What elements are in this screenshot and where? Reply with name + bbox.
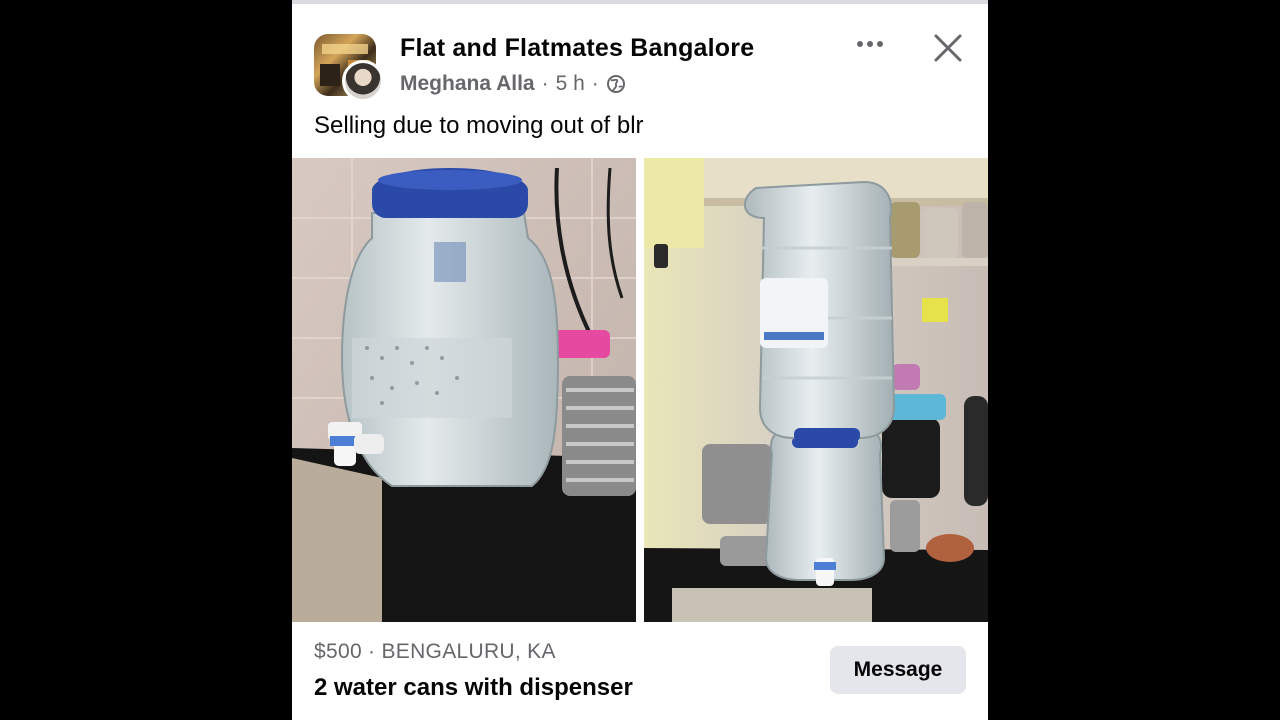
photo-divider: [636, 158, 644, 622]
author-name[interactable]: Meghana Alla: [400, 72, 535, 96]
close-icon[interactable]: [928, 28, 968, 68]
marketplace-post-card: Flat and Flatmates Bangalore Meghana All…: [292, 0, 988, 720]
group-name[interactable]: Flat and Flatmates Bangalore: [400, 34, 754, 63]
photo-water-jar[interactable]: [292, 158, 636, 622]
post-time[interactable]: 5 h: [556, 72, 585, 96]
message-button[interactable]: Message: [830, 646, 966, 694]
more-options-icon[interactable]: [852, 34, 888, 54]
post-caption: Selling due to moving out of blr: [314, 112, 644, 139]
photo-grid: [292, 158, 988, 622]
post-header: Flat and Flatmates Bangalore Meghana All…: [292, 4, 988, 154]
globe-icon: [606, 74, 626, 94]
meta-separator: ·: [541, 72, 549, 95]
listing-title[interactable]: 2 water cans with dispenser: [314, 674, 633, 702]
photo-water-dispenser[interactable]: [644, 158, 988, 622]
listing-footer: $500 · BENGALURU, KA 2 water cans with d…: [292, 622, 988, 720]
meta-separator: ·: [591, 72, 599, 95]
post-meta: Meghana Alla · 5 h ·: [400, 72, 626, 96]
user-avatar[interactable]: [342, 60, 384, 102]
listing-price-location: $500 · BENGALURU, KA: [314, 640, 556, 663]
